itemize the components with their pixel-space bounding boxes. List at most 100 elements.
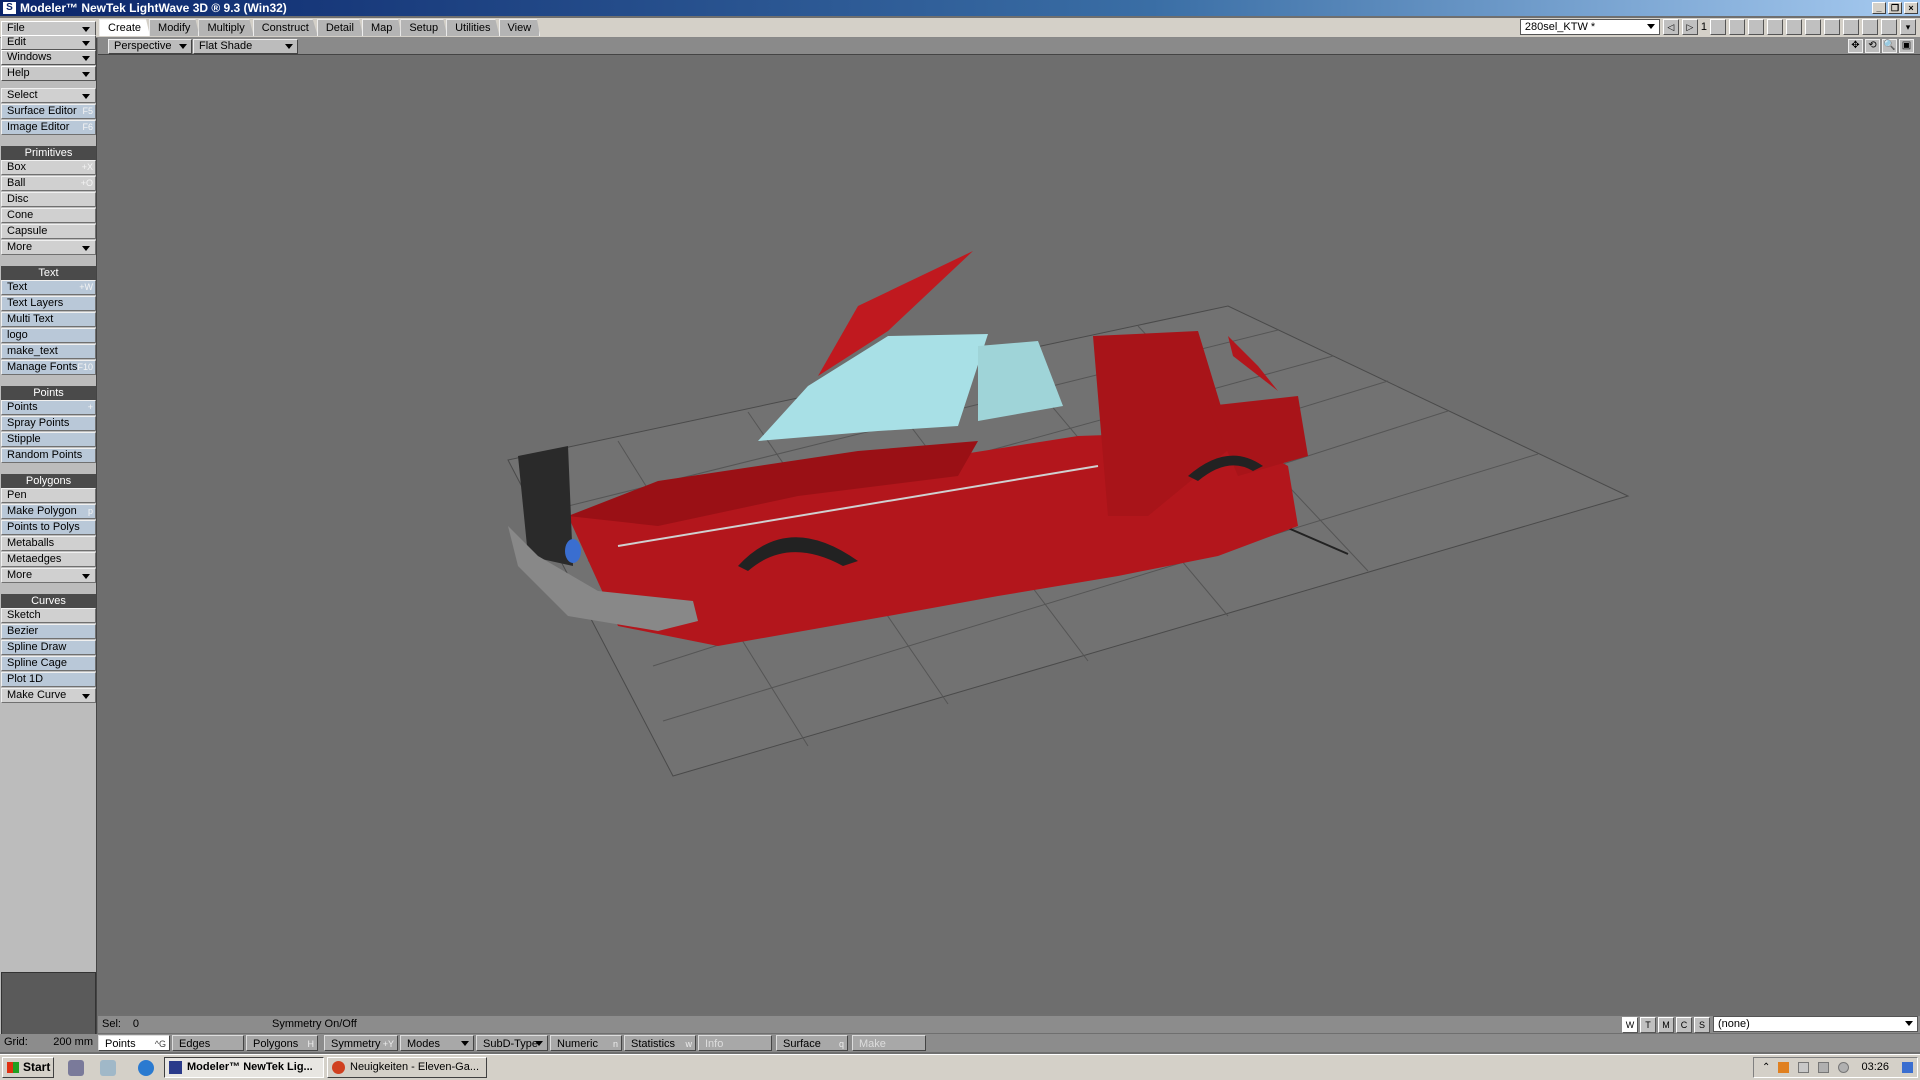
tool-capsule[interactable]: Capsule <box>1 224 96 239</box>
vmap-m-button[interactable]: M <box>1658 1017 1674 1033</box>
minimize-button[interactable]: _ <box>1872 2 1886 14</box>
layer-slot-7[interactable] <box>1824 19 1840 35</box>
tool-disc[interactable]: Disc <box>1 192 96 207</box>
next-layer-icon[interactable]: ▷ <box>1681 19 1698 35</box>
symmetry-button[interactable]: Symmetry +Y <box>324 1035 398 1051</box>
view-type-select[interactable]: Perspective <box>108 39 192 54</box>
layer-slot-6[interactable] <box>1805 19 1821 35</box>
tool-points-to-polys[interactable]: Points to Polys <box>1 520 96 535</box>
tool-box[interactable]: Box +X <box>1 160 96 175</box>
task-browser[interactable]: Neuigkeiten - Eleven-Ga... <box>327 1057 487 1078</box>
tab-map[interactable]: Map <box>361 19 402 36</box>
info-button[interactable]: Info <box>698 1035 772 1051</box>
view-type-label: Perspective <box>114 40 172 52</box>
surface-editor-button[interactable]: Surface Editor F5 <box>1 104 96 119</box>
pan-icon[interactable]: ✥ <box>1848 39 1863 53</box>
volume-icon[interactable] <box>1838 1062 1849 1073</box>
polygons-more[interactable]: More <box>1 568 96 583</box>
tab-detail[interactable]: Detail <box>316 19 363 36</box>
points-mode-button[interactable]: Points ^G <box>98 1035 170 1051</box>
tool-make-polygon[interactable]: Make Polygon p <box>1 504 96 519</box>
tool-text-layers[interactable]: Text Layers <box>1 296 96 311</box>
layer-slot-4[interactable] <box>1767 19 1783 35</box>
maximize-viewport-icon[interactable]: ▣ <box>1899 39 1914 53</box>
tool-metaedges[interactable]: Metaedges <box>1 552 96 567</box>
vmap-w-button[interactable]: W <box>1622 1017 1638 1033</box>
modes-dropdown[interactable]: Modes <box>400 1035 474 1051</box>
prev-layer-icon[interactable]: ◁ <box>1662 19 1679 35</box>
tool-bezier[interactable]: Bezier <box>1 624 96 639</box>
vmap-select[interactable]: (none) <box>1713 1016 1918 1032</box>
vmap-t-button[interactable]: T <box>1640 1017 1656 1033</box>
numeric-button[interactable]: Numeric n <box>550 1035 622 1051</box>
start-button[interactable]: Start <box>2 1057 54 1078</box>
tray-app-icon[interactable] <box>1778 1062 1789 1073</box>
tool-spline-draw[interactable]: Spline Draw <box>1 640 96 655</box>
tray-expand-icon[interactable]: ⌃ <box>1762 1062 1773 1073</box>
tool-pen[interactable]: Pen <box>1 488 96 503</box>
menu-windows[interactable]: Windows <box>1 50 96 65</box>
tool-stipple[interactable]: Stipple <box>1 432 96 447</box>
layer-slot-5[interactable] <box>1786 19 1802 35</box>
tab-create[interactable]: Create <box>99 19 151 36</box>
tool-metaballs[interactable]: Metaballs <box>1 536 96 551</box>
tab-modify[interactable]: Modify <box>149 19 200 36</box>
tool-logo[interactable]: logo <box>1 328 96 343</box>
surface-button[interactable]: Surface q <box>776 1035 848 1051</box>
select-menu[interactable]: Select <box>1 88 96 103</box>
close-button[interactable]: × <box>1904 2 1918 14</box>
layer-menu-icon[interactable]: ▾ <box>1900 19 1916 35</box>
tab-construct[interactable]: Construct <box>252 19 318 36</box>
tool-make-text[interactable]: make_text <box>1 344 96 359</box>
layer-slot-8[interactable] <box>1843 19 1859 35</box>
edges-mode-button[interactable]: Edges <box>172 1035 244 1051</box>
tab-view[interactable]: View <box>498 19 541 36</box>
quicklaunch-desktop-icon[interactable] <box>100 1060 116 1076</box>
network-icon[interactable] <box>1818 1062 1829 1073</box>
tab-multiply[interactable]: Multiply <box>198 19 254 36</box>
tool-random-points[interactable]: Random Points <box>1 448 96 463</box>
tab-setup[interactable]: Setup <box>400 19 448 36</box>
make-button[interactable]: Make <box>852 1035 926 1051</box>
task-modeler[interactable]: Modeler™ NewTek Lig... <box>164 1057 324 1078</box>
tool-make-curve[interactable]: Make Curve <box>1 688 96 703</box>
tool-plot-1d[interactable]: Plot 1D <box>1 672 96 687</box>
tool-label: Points to Polys <box>7 521 80 533</box>
tool-spray-points[interactable]: Spray Points <box>1 416 96 431</box>
layer-slot-3[interactable] <box>1748 19 1764 35</box>
vmap-c-button[interactable]: C <box>1676 1017 1692 1033</box>
show-desktop-icon[interactable] <box>1902 1062 1913 1073</box>
quicklaunch-app-icon[interactable] <box>68 1060 84 1076</box>
tab-utilities[interactable]: Utilities <box>446 19 500 36</box>
menu-help[interactable]: Help <box>1 66 96 81</box>
menu-file[interactable]: File <box>1 21 96 36</box>
app-window: S Modeler™ NewTek LightWave 3D ® 9.3 (Wi… <box>0 0 1920 1080</box>
menu-edit[interactable]: Edit <box>1 35 96 50</box>
layer-slot-2[interactable] <box>1729 19 1745 35</box>
tool-sketch[interactable]: Sketch <box>1 608 96 623</box>
quicklaunch-browser-icon[interactable] <box>138 1060 154 1076</box>
vmap-s-button[interactable]: S <box>1694 1017 1710 1033</box>
layer-slot-10[interactable] <box>1881 19 1897 35</box>
tool-manage-fonts[interactable]: Manage Fonts F10 <box>1 360 96 375</box>
statistics-button[interactable]: Statistics w <box>624 1035 696 1051</box>
polygons-mode-button[interactable]: Polygons H <box>246 1035 318 1051</box>
tool-multi-text[interactable]: Multi Text <box>1 312 96 327</box>
primitives-more[interactable]: More <box>1 240 96 255</box>
perspective-viewport[interactable] <box>98 56 1920 1014</box>
tool-points[interactable]: Points + <box>1 400 96 415</box>
flag-icon[interactable] <box>1798 1062 1809 1073</box>
scene-select[interactable]: 280sel_KTW * <box>1519 19 1660 35</box>
layer-slot-9[interactable] <box>1862 19 1878 35</box>
layer-slot-1[interactable] <box>1710 19 1726 35</box>
tool-text[interactable]: Text +W <box>1 280 96 295</box>
rotate-icon[interactable]: ⟲ <box>1865 39 1880 53</box>
tool-ball[interactable]: Ball +O <box>1 176 96 191</box>
tool-spline-cage[interactable]: Spline Cage <box>1 656 96 671</box>
zoom-icon[interactable]: 🔍 <box>1882 39 1897 53</box>
tool-cone[interactable]: Cone <box>1 208 96 223</box>
shading-select[interactable]: Flat Shade <box>193 39 298 54</box>
subd-type-dropdown[interactable]: SubD-Type <box>476 1035 548 1051</box>
maximize-button[interactable]: ❐ <box>1888 2 1902 14</box>
image-editor-button[interactable]: Image Editor F6 <box>1 120 96 135</box>
